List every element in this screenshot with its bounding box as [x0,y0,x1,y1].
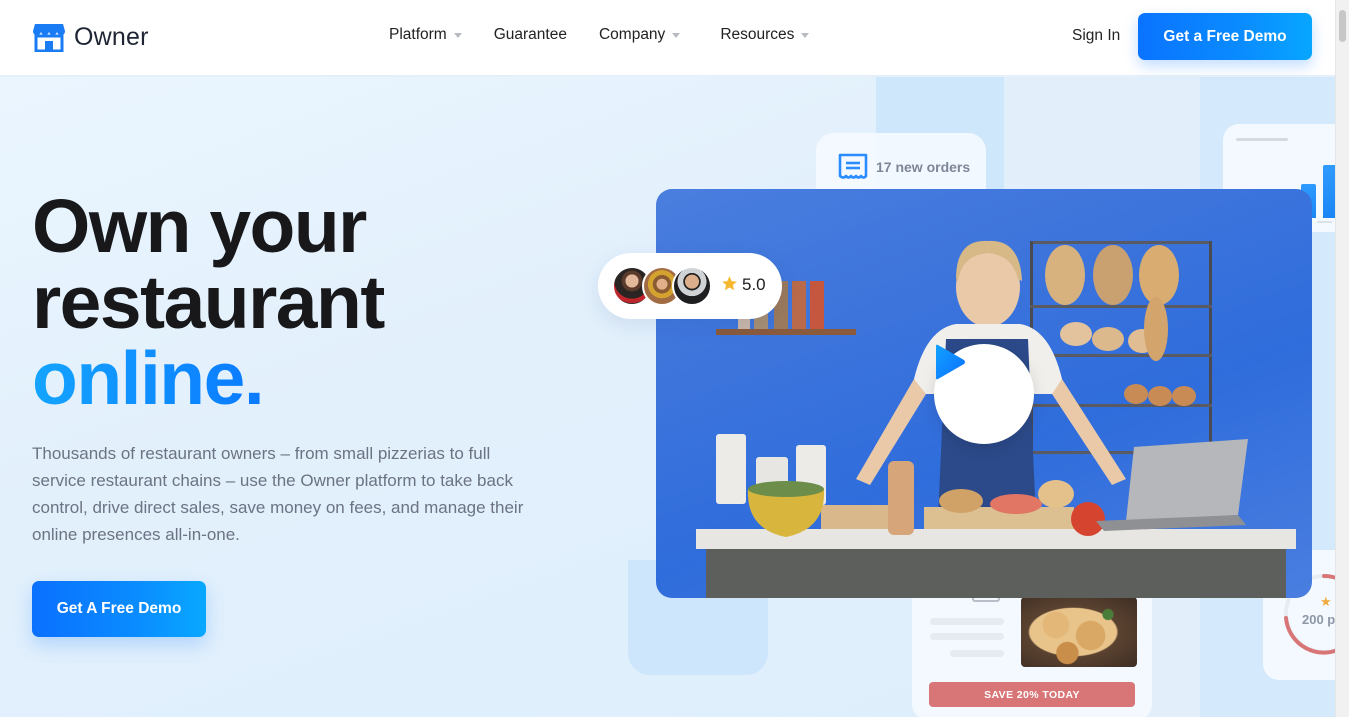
text-placeholder [950,650,1004,657]
star-icon [722,276,737,291]
main-nav: Platform Guarantee Company Resources [389,26,841,44]
nav-resources-label: Resources [720,26,795,43]
text-placeholder [930,618,1004,625]
save-20-button[interactable]: SAVE 20% TODAY [929,682,1135,707]
avatar [672,266,712,306]
text-placeholder [930,633,1004,640]
nav-company[interactable]: Company [598,26,681,44]
nav-platform[interactable]: Platform [389,26,462,44]
rating-value: 5.0 [742,275,766,294]
nav-company-label: Company [598,26,666,43]
get-demo-hero-button[interactable]: Get A Free Demo [32,581,206,637]
nav-guarantee[interactable]: Guarantee [494,26,567,44]
hero-headline: Own your restaurant online. [32,188,385,416]
nav-platform-label: Platform [389,26,447,43]
logo[interactable]: Owner [32,22,149,52]
logo-text: Owner [74,22,149,51]
headline-accent: online. [32,336,265,420]
hero-video[interactable] [656,189,1312,598]
nav-guarantee-label: Guarantee [493,26,567,43]
new-orders-text: 17 new orders [876,159,971,175]
nav-resources[interactable]: Resources [720,26,810,44]
sign-in-link[interactable]: Sign In [1072,27,1120,45]
get-demo-header-button[interactable]: Get a Free Demo [1138,13,1312,60]
headline-line-2: restaurant [32,260,385,344]
headline-line-1: Own your [32,184,367,268]
storefront-icon [33,24,65,52]
hero-description: Thousands of restaurant owners – from sm… [32,444,524,544]
page-scrollbar[interactable] [1335,0,1349,717]
play-icon [936,344,965,380]
site-header: Owner Platform Guarantee Company Resourc… [0,0,1335,76]
points-text: 200 pt [1302,612,1340,627]
receipt-icon [838,153,868,179]
chart-title-placeholder [1236,138,1288,141]
caret-down-icon [453,32,462,38]
rating-badge: 5.0 [598,253,782,319]
pizza-image [1021,597,1137,667]
sparkle-star-icon: ★ [1320,594,1332,609]
caret-down-icon [801,32,810,38]
play-button[interactable] [934,344,1034,444]
caret-down-icon [672,32,681,38]
scrollbar-thumb[interactable] [1339,10,1346,42]
